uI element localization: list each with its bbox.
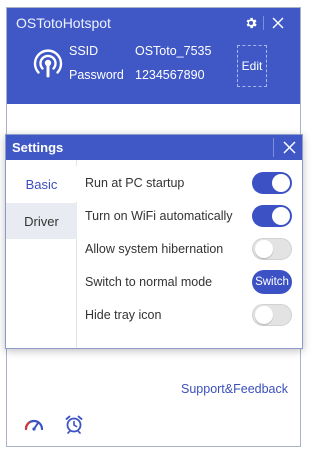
toggle-knob xyxy=(255,240,273,258)
option-allow-hibernation-label: Allow system hibernation xyxy=(85,242,224,256)
tab-basic-label: Basic xyxy=(25,176,58,192)
edit-button-label: Edit xyxy=(241,59,263,73)
settings-dialog: Settings Basic Driver Run at PC startup … xyxy=(5,134,303,349)
toggle-knob xyxy=(255,306,273,324)
allow-hibernation-toggle[interactable] xyxy=(252,238,292,260)
support-feedback-link[interactable]: Support&Feedback xyxy=(181,382,288,396)
password-value: 1234567890 xyxy=(135,68,205,82)
settings-title: Settings xyxy=(12,140,64,155)
ssid-label: SSID xyxy=(69,44,99,58)
toggle-knob xyxy=(272,207,290,225)
tab-driver-label: Driver xyxy=(24,213,59,229)
alarm-clock-icon[interactable] xyxy=(63,414,85,434)
option-turn-on-wifi-label: Turn on WiFi automatically xyxy=(85,209,233,223)
turn-on-wifi-toggle[interactable] xyxy=(252,205,292,227)
speedometer-icon[interactable] xyxy=(23,414,45,434)
switch-mode-button[interactable]: Switch xyxy=(252,270,292,294)
hide-tray-icon-toggle[interactable] xyxy=(252,304,292,326)
close-icon[interactable] xyxy=(266,13,290,33)
settings-header: Settings xyxy=(6,135,302,160)
run-at-startup-toggle[interactable] xyxy=(252,172,292,194)
option-switch-normal-mode-label: Switch to normal mode xyxy=(85,275,213,289)
gear-icon[interactable] xyxy=(239,13,263,33)
settings-close-icon[interactable] xyxy=(277,136,301,159)
header-divider xyxy=(263,16,264,30)
tab-driver[interactable]: Driver xyxy=(6,203,77,239)
settings-header-divider xyxy=(273,138,274,157)
toggle-knob xyxy=(272,174,290,192)
switch-mode-button-label: Switch xyxy=(255,276,289,288)
option-hide-tray-icon-label: Hide tray icon xyxy=(85,308,162,322)
settings-sidebar: Basic Driver xyxy=(6,160,77,348)
edit-button[interactable]: Edit xyxy=(237,45,267,87)
ssid-value: OSToto_7535 xyxy=(135,44,212,58)
hotspot-icon xyxy=(33,49,63,78)
option-run-at-startup-label: Run at PC startup xyxy=(85,176,185,190)
hotspot-header: OSTotoHotspot SSID OSToto_7535 Password … xyxy=(7,8,300,104)
tab-basic[interactable]: Basic xyxy=(6,166,77,202)
app-title: OSTotoHotspot xyxy=(16,15,111,31)
password-label: Password xyxy=(69,68,124,82)
